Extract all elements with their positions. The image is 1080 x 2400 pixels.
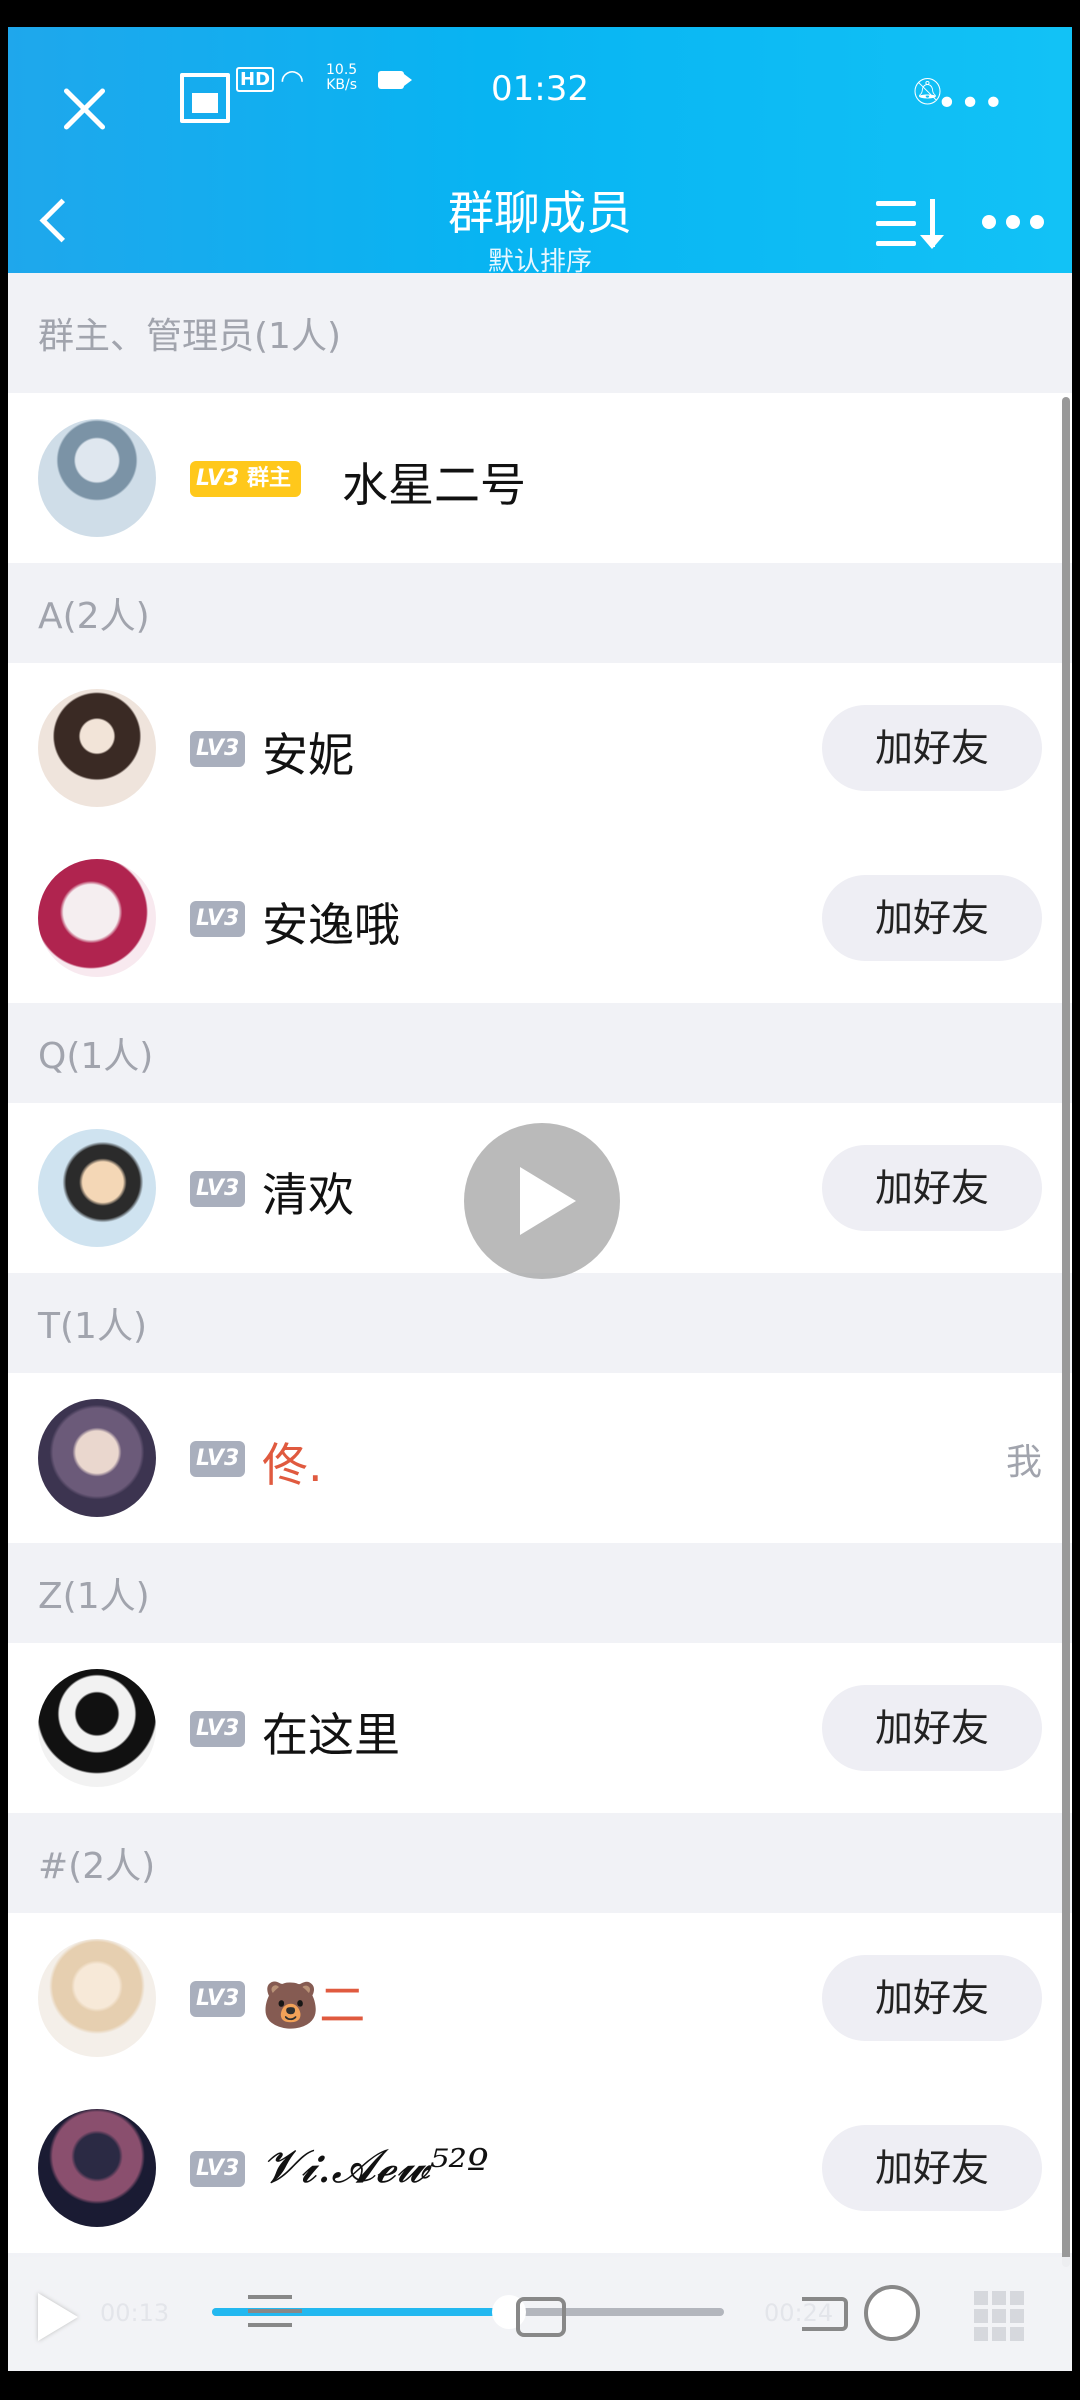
member-name: 安妮: [262, 728, 354, 782]
level-badge: LV3: [190, 1171, 246, 1207]
add-friend-button[interactable]: 加好友: [822, 1955, 1042, 2041]
member-name: 在这里: [262, 1708, 400, 1762]
member-row[interactable]: LV3 在这里 加好友: [8, 1643, 1072, 1813]
level-badge: LV3: [190, 1711, 246, 1747]
owner-level-badge: LV3 群主: [190, 461, 302, 497]
elapsed-time: 00:13: [100, 2299, 170, 2327]
home-icon[interactable]: [516, 2297, 566, 2337]
grid-icon[interactable]: [974, 2291, 1024, 2341]
level-badge: LV3: [190, 2151, 246, 2187]
avatar[interactable]: [38, 1939, 156, 2057]
battery-icon: •••: [936, 83, 1006, 124]
avatar[interactable]: [38, 689, 156, 807]
member-row[interactable]: LV3 佟. 我: [8, 1373, 1072, 1543]
member-row[interactable]: LV3 安妮 加好友: [8, 663, 1072, 833]
level-badge: LV3: [190, 901, 246, 937]
member-name: 佟.: [262, 1438, 323, 1492]
play-icon[interactable]: [464, 1123, 620, 1279]
add-friend-button[interactable]: 加好友: [822, 1685, 1042, 1771]
avatar[interactable]: [38, 1669, 156, 1787]
avatar[interactable]: [38, 1129, 156, 1247]
add-friend-button[interactable]: 加好友: [822, 875, 1042, 961]
section-header-t: T(1人): [8, 1273, 1072, 1373]
phone-frame: HD ◠ 10.5 KB/s 01:32 🔕︎ ••• 群聊成员 默认排序 群主…: [0, 0, 1080, 2400]
return-icon[interactable]: [802, 2297, 848, 2331]
member-row[interactable]: LV3 🐻二 加好友: [8, 1913, 1072, 2083]
member-row[interactable]: LV3 安逸哦 加好友: [8, 833, 1072, 1003]
header-bar: HD ◠ 10.5 KB/s 01:32 🔕︎ ••• 群聊成员 默认排序: [8, 27, 1072, 277]
section-header-z: Z(1人): [8, 1543, 1072, 1643]
menu-icon[interactable]: [248, 2291, 302, 2331]
member-name: 𝓥𝓲.𝓐𝓮𝔀⁵²º: [262, 2139, 489, 2193]
section-header-a: A(2人): [8, 563, 1072, 663]
avatar[interactable]: [38, 419, 156, 537]
section-header-other: #(2人): [8, 1813, 1072, 1913]
more-icon[interactable]: [978, 207, 1048, 237]
add-friend-button[interactable]: 加好友: [822, 2125, 1042, 2211]
screen: HD ◠ 10.5 KB/s 01:32 🔕︎ ••• 群聊成员 默认排序 群主…: [8, 27, 1072, 2371]
member-name: 清欢: [262, 1168, 354, 1222]
section-header-admins: 群主、管理员(1人): [8, 273, 1072, 393]
play-icon[interactable]: [38, 2293, 78, 2341]
level-badge: LV3: [190, 1981, 246, 2017]
chat-icon[interactable]: [864, 2285, 920, 2341]
member-row[interactable]: LV3 群主 水星二号: [8, 393, 1072, 563]
avatar[interactable]: [38, 859, 156, 977]
member-row[interactable]: LV3 𝓥𝓲.𝓐𝓮𝔀⁵²º 加好友: [8, 2083, 1072, 2253]
video-player-bar: 00:13 00:24: [8, 2257, 1072, 2371]
member-name: 🐻二: [262, 1978, 366, 2032]
avatar[interactable]: [38, 2109, 156, 2227]
section-header-q: Q(1人): [8, 1003, 1072, 1103]
add-friend-button[interactable]: 加好友: [822, 1145, 1042, 1231]
member-name: 安逸哦: [262, 898, 400, 952]
add-friend-button[interactable]: 加好友: [822, 705, 1042, 791]
sort-icon[interactable]: [876, 195, 946, 255]
level-badge: LV3: [190, 731, 246, 767]
avatar[interactable]: [38, 1399, 156, 1517]
scrollbar[interactable]: [1062, 397, 1070, 2267]
member-name: 水星二号: [342, 458, 526, 512]
level-badge: LV3: [190, 1441, 246, 1477]
me-tag: 我: [1005, 1442, 1042, 1483]
